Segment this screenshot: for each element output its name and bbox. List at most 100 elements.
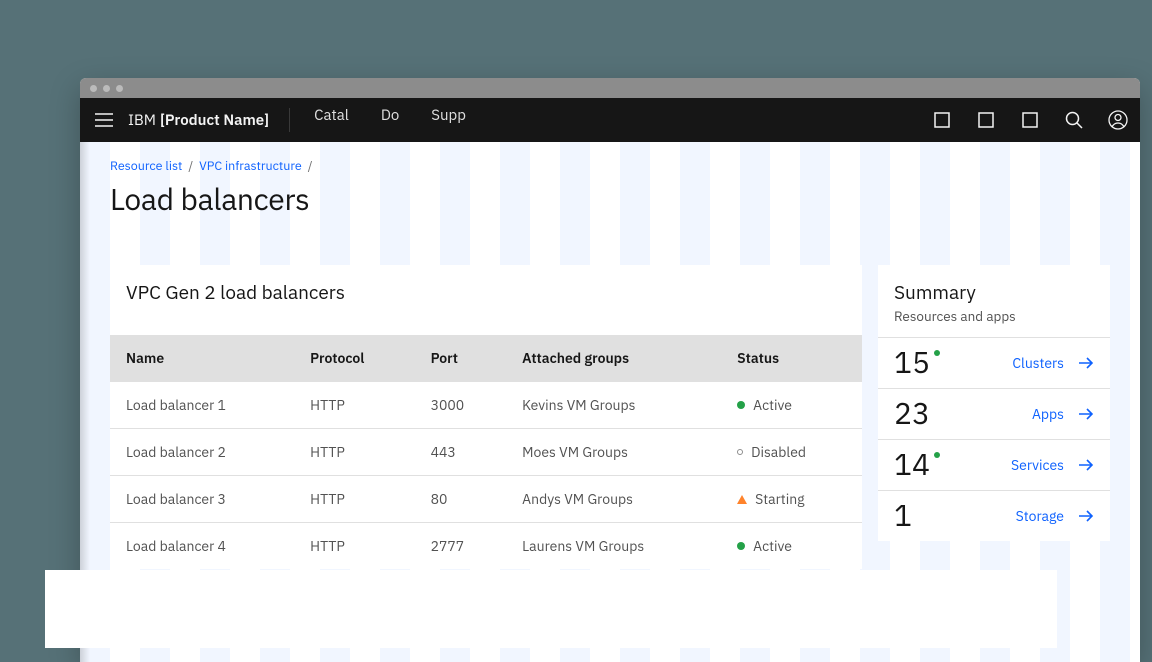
- window-dot-max[interactable]: [116, 85, 123, 92]
- placeholder-icon-3[interactable]: [1008, 98, 1052, 142]
- user-icon: [1108, 110, 1128, 130]
- col-protocol[interactable]: Protocol: [294, 335, 414, 382]
- arrow-right-icon: [1078, 408, 1094, 420]
- cell-group: Andys VM Groups: [506, 476, 721, 523]
- account-button[interactable]: [1096, 98, 1140, 142]
- cell-protocol: HTTP: [294, 476, 414, 523]
- nav-link-support[interactable]: Supp: [415, 98, 482, 142]
- menu-button[interactable]: [80, 98, 128, 142]
- page-title: Load balancers: [110, 180, 1110, 219]
- window-dot-close[interactable]: [90, 85, 97, 92]
- top-bar-right: [920, 98, 1140, 142]
- brand-product: [Product Name]: [160, 111, 269, 130]
- summary-link[interactable]: Apps: [1032, 405, 1094, 423]
- hamburger-icon: [95, 113, 113, 127]
- cell-port: 80: [415, 476, 507, 523]
- search-button[interactable]: [1052, 98, 1096, 142]
- cell-name: Load balancer 3: [110, 476, 294, 523]
- overlay-block: [45, 570, 1057, 648]
- col-status[interactable]: Status: [721, 335, 862, 382]
- cell-status: Active: [721, 523, 862, 570]
- summary-row[interactable]: 14 Services: [878, 439, 1110, 490]
- table-header-row: Name Protocol Port Attached groups Statu…: [110, 335, 862, 382]
- table-row[interactable]: Load balancer 2HTTP443Moes VM GroupsDisa…: [110, 429, 862, 476]
- cell-port: 2777: [415, 523, 507, 570]
- cell-status: Disabled: [721, 429, 862, 476]
- cell-protocol: HTTP: [294, 382, 414, 429]
- brand-prefix: IBM: [128, 111, 156, 130]
- summary-count: 14: [894, 450, 930, 480]
- cell-port: 3000: [415, 382, 507, 429]
- window-chrome: [80, 78, 1140, 98]
- col-name[interactable]: Name: [110, 335, 294, 382]
- square-icon: [934, 112, 950, 128]
- summary-link[interactable]: Services: [1011, 456, 1094, 474]
- status-dot-icon: [934, 350, 940, 356]
- col-port[interactable]: Port: [415, 335, 507, 382]
- summary-list: 15 Clusters 23 Apps 14 Services 1 Storage: [878, 337, 1110, 541]
- summary-row[interactable]: 1 Storage: [878, 490, 1110, 541]
- content: VPC Gen 2 load balancers Name Protocol P…: [110, 265, 1110, 569]
- cell-name: Load balancer 4: [110, 523, 294, 570]
- breadcrumb: Resource list / VPC infrastructure /: [110, 158, 1110, 174]
- breadcrumb-sep: /: [188, 158, 193, 174]
- placeholder-icon-1[interactable]: [920, 98, 964, 142]
- summary-link-label: Storage: [1016, 507, 1064, 525]
- summary-link-label: Services: [1011, 456, 1064, 474]
- window-dot-min[interactable]: [103, 85, 110, 92]
- panel-main: VPC Gen 2 load balancers Name Protocol P…: [110, 265, 862, 569]
- summary-link-label: Apps: [1032, 405, 1064, 423]
- summary-link[interactable]: Storage: [1016, 507, 1094, 525]
- table-row[interactable]: Load balancer 4HTTP2777Laurens VM Groups…: [110, 523, 862, 570]
- panel-main-title: VPC Gen 2 load balancers: [110, 265, 862, 335]
- nav-links: Catal Do Supp: [298, 98, 482, 142]
- summary-link[interactable]: Clusters: [1012, 354, 1094, 372]
- summary-row[interactable]: 15 Clusters: [878, 337, 1110, 388]
- cell-status: Starting: [721, 476, 862, 523]
- breadcrumb-link-0[interactable]: Resource list: [110, 158, 182, 174]
- top-bar: IBM [Product Name] Catal Do Supp: [80, 98, 1140, 142]
- panel-summary: Summary Resources and apps 15 Clusters 23 A…: [878, 265, 1110, 541]
- cell-port: 443: [415, 429, 507, 476]
- placeholder-icon-2[interactable]: [964, 98, 1008, 142]
- cell-protocol: HTTP: [294, 429, 414, 476]
- status-text: Active: [753, 537, 792, 555]
- cell-group: Moes VM Groups: [506, 429, 721, 476]
- summary-link-label: Clusters: [1012, 354, 1064, 372]
- arrow-right-icon: [1078, 357, 1094, 369]
- breadcrumb-sep: /: [308, 158, 313, 174]
- cell-protocol: HTTP: [294, 523, 414, 570]
- cell-group: Kevins VM Groups: [506, 382, 721, 429]
- arrow-right-icon: [1078, 510, 1094, 522]
- summary-subtitle: Resources and apps: [878, 305, 1110, 337]
- nav-link-docs[interactable]: Do: [365, 98, 415, 142]
- nav-link-catalog[interactable]: Catal: [298, 98, 365, 142]
- summary-count: 1: [894, 501, 912, 531]
- lb-table: Name Protocol Port Attached groups Statu…: [110, 335, 862, 569]
- search-icon: [1065, 111, 1083, 129]
- breadcrumb-link-1[interactable]: VPC infrastructure: [199, 158, 302, 174]
- summary-count: 23: [894, 399, 930, 429]
- square-icon: [1022, 112, 1038, 128]
- col-group[interactable]: Attached groups: [506, 335, 721, 382]
- status-text: Starting: [755, 490, 804, 508]
- square-icon: [978, 112, 994, 128]
- table-row[interactable]: Load balancer 3HTTP80Andys VM Groups Star…: [110, 476, 862, 523]
- status-active-icon: [737, 542, 745, 550]
- status-dot-icon: [934, 452, 940, 458]
- cell-name: Load balancer 1: [110, 382, 294, 429]
- divider: [289, 108, 290, 132]
- arrow-right-icon: [1078, 459, 1094, 471]
- summary-count: 15: [894, 348, 930, 378]
- status-text: Disabled: [751, 443, 806, 461]
- status-starting-icon: [737, 495, 747, 504]
- table-row[interactable]: Load balancer 1HTTP3000Kevins VM Groups A…: [110, 382, 862, 429]
- status-disabled-icon: [737, 449, 743, 455]
- status-text: Active: [753, 396, 792, 414]
- summary-title: Summary: [878, 265, 1110, 305]
- brand[interactable]: IBM [Product Name]: [128, 98, 289, 142]
- status-active-icon: [737, 401, 745, 409]
- cell-group: Laurens VM Groups: [506, 523, 721, 570]
- cell-status: Active: [721, 382, 862, 429]
- summary-row[interactable]: 23 Apps: [878, 388, 1110, 439]
